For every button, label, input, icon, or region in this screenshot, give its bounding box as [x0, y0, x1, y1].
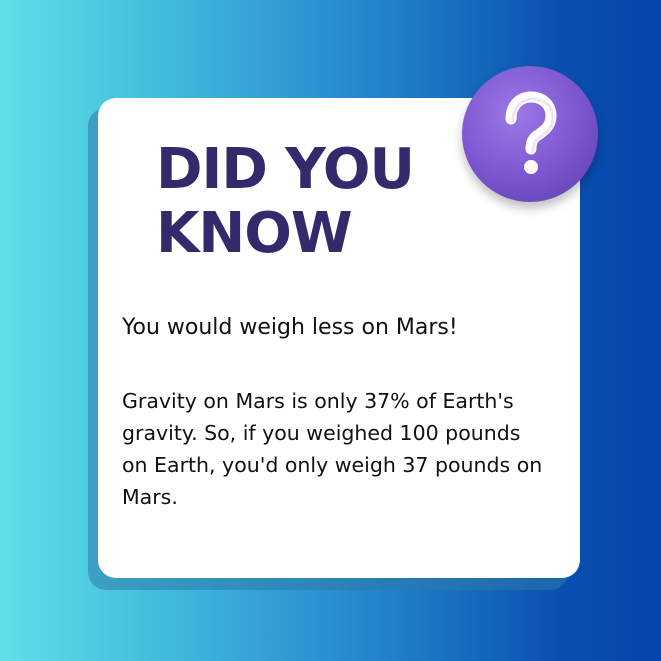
fact-body: Gravity on Mars is only 37% of Earth's g…	[122, 389, 543, 509]
headline: DID YOU KNOW	[156, 138, 456, 266]
question-mark-icon	[505, 91, 557, 174]
question-badge	[462, 66, 598, 202]
headline-line-1: DID YOU	[156, 137, 415, 202]
fact-title: You would weigh less on Mars!	[122, 315, 458, 340]
headline-line-2: KNOW	[156, 201, 353, 266]
